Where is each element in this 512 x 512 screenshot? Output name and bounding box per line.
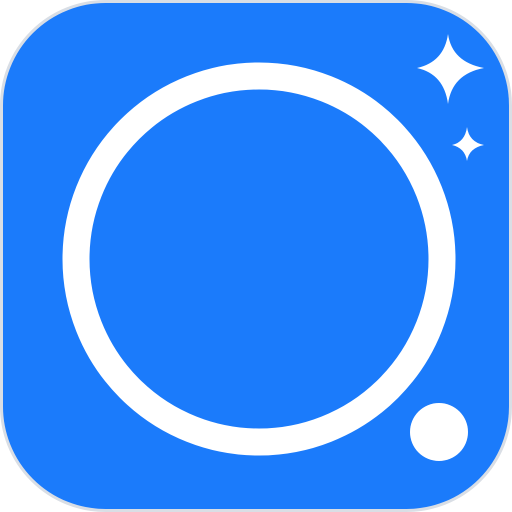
app-icon-graphic: [0, 0, 512, 512]
camera-app-icon[interactable]: [0, 0, 512, 512]
dot-icon: [410, 403, 468, 461]
